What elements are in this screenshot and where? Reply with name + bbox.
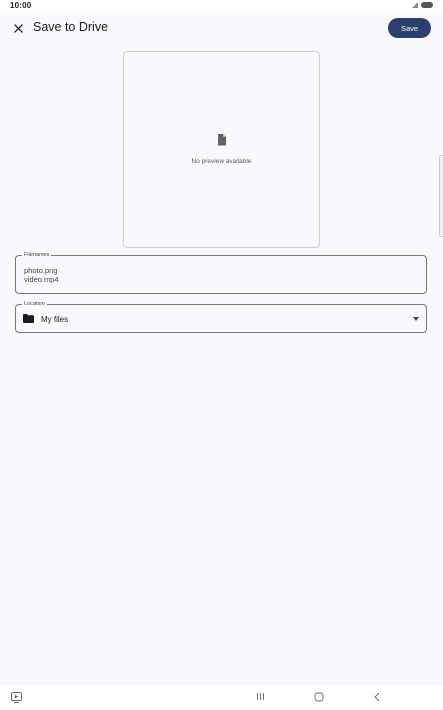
save-button[interactable]: Save [388, 18, 431, 38]
top-app-bar: Save to Drive Save [0, 12, 443, 44]
file-icon [218, 134, 226, 146]
filename-item: photo.png [24, 266, 58, 275]
screen-capture-icon[interactable] [11, 692, 22, 703]
battery-icon [421, 2, 433, 8]
side-panel-handle[interactable] [439, 155, 443, 237]
filenames-field[interactable]: Filenames photo.png video.mp4 [15, 251, 427, 294]
filename-item: video.mp4 [24, 275, 59, 284]
location-dropdown[interactable]: Location My files [15, 300, 427, 333]
home-icon[interactable] [314, 692, 324, 702]
page-title: Save to Drive [33, 20, 109, 34]
status-time: 10:00 [10, 1, 32, 10]
signal-icon [412, 2, 418, 8]
location-label: Location [22, 300, 47, 308]
status-icons [412, 2, 433, 8]
status-bar: 10:00 [0, 0, 443, 12]
recent-apps-icon[interactable] [256, 692, 265, 701]
preview-card: No preview available [123, 51, 320, 248]
no-preview-message: No preview available [191, 158, 252, 165]
filenames-label: Filenames [22, 251, 52, 259]
close-icon[interactable] [10, 20, 26, 36]
system-navigation-bar [0, 686, 443, 710]
location-value: My files [41, 315, 69, 324]
back-icon[interactable] [373, 692, 381, 702]
folder-icon [23, 314, 34, 323]
dropdown-arrow-icon[interactable] [413, 317, 419, 321]
